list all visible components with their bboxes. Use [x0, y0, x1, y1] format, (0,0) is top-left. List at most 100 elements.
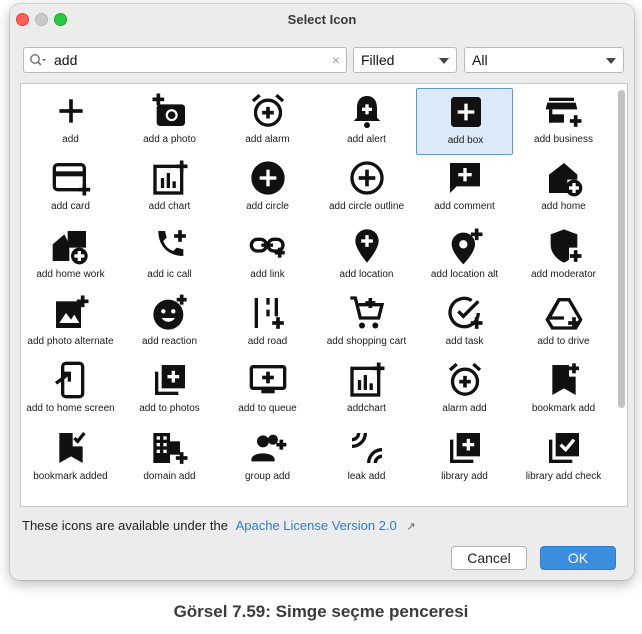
icon-grid-item[interactable] — [121, 492, 218, 506]
icon-grid-item[interactable] — [416, 492, 513, 506]
icon-grid-item-label: bookmark add — [531, 403, 596, 414]
icon-grid-item[interactable]: add card — [22, 155, 119, 222]
license-note: These icons are available under the Apac… — [22, 518, 416, 533]
icon-grid-item[interactable]: add to home screen — [22, 357, 119, 424]
icon-grid-item-label: add circle — [246, 201, 289, 212]
icon-grid-item[interactable]: add home — [515, 155, 612, 222]
icon-grid-item[interactable]: add alarm — [219, 88, 316, 155]
icon-grid-item-label: add photo alternate — [27, 336, 114, 347]
icon-grid-item[interactable]: add to queue — [219, 357, 316, 424]
partial-icon — [544, 495, 584, 506]
icon-grid-item-label: add chart — [148, 201, 191, 212]
icon-grid-item-label: bookmark added — [33, 471, 108, 482]
add-location-alt-icon — [445, 226, 485, 266]
icon-grid-item[interactable]: add circle outline — [318, 155, 415, 222]
icon-grid-item[interactable]: add to drive — [515, 290, 612, 357]
bookmark-added-icon — [51, 428, 91, 468]
add-alarm-icon — [248, 91, 288, 131]
chevron-down-icon — [606, 58, 616, 64]
icon-grid-item[interactable] — [219, 492, 316, 506]
bookmark-add-icon — [544, 360, 584, 400]
icon-grid-item[interactable]: library add — [416, 425, 513, 492]
icon-grid-item[interactable]: bookmark added — [22, 425, 119, 492]
icon-grid-item[interactable]: add chart — [121, 155, 218, 222]
icon-grid-item[interactable]: add location — [318, 223, 415, 290]
category-dropdown[interactable]: All — [464, 47, 624, 73]
icon-grid-item[interactable]: add alert — [318, 88, 415, 155]
icon-grid-item-label: add ic call — [147, 269, 192, 280]
vertical-scrollbar[interactable] — [618, 90, 625, 500]
icon-grid-item[interactable]: addchart — [318, 357, 415, 424]
icon-grid-item-label: add home work — [36, 269, 105, 280]
icon-grid-item[interactable]: add shopping cart — [318, 290, 415, 357]
title-bar: Select Icon — [10, 4, 634, 34]
icon-grid-item[interactable]: group add — [219, 425, 316, 492]
add-icon — [51, 91, 91, 131]
add-alert-icon — [347, 91, 387, 131]
alarm-add-icon — [445, 360, 485, 400]
icon-grid-item[interactable]: add task — [416, 290, 513, 357]
icon-grid-item[interactable]: add box — [416, 88, 513, 155]
dialog-title: Select Icon — [287, 12, 357, 27]
external-link-icon[interactable]: ↗ — [406, 520, 415, 533]
add-card-icon — [51, 158, 91, 198]
icon-grid-item[interactable]: domain add — [121, 425, 218, 492]
icon-grid-item[interactable]: add photo alternate — [22, 290, 119, 357]
icon-grid-item[interactable]: alarm add — [416, 357, 513, 424]
icon-grid-item[interactable]: library add check — [515, 425, 612, 492]
license-link[interactable]: Apache License Version 2.0 — [236, 518, 397, 533]
icon-grid-item[interactable]: add location alt — [416, 223, 513, 290]
style-dropdown-value: Filled — [361, 52, 395, 68]
clear-search-icon[interactable]: × — [332, 52, 340, 68]
figure-caption: Görsel 7.59: Simge seçme penceresi — [173, 602, 469, 621]
add-to-photos-icon — [150, 360, 190, 400]
icon-grid-item-label: add to queue — [238, 403, 297, 414]
style-dropdown[interactable]: Filled — [353, 47, 457, 73]
icon-grid-item-label: add circle outline — [328, 201, 405, 212]
add-link-icon — [248, 226, 288, 266]
icon-grid-item[interactable]: add a photo — [121, 88, 218, 155]
icon-grid-item[interactable]: add ic call — [121, 223, 218, 290]
search-field[interactable]: × — [23, 47, 347, 73]
add-chart-icon — [150, 158, 190, 198]
cancel-button[interactable]: Cancel — [451, 546, 527, 570]
icon-grid-item[interactable]: add circle — [219, 155, 316, 222]
icon-grid-item[interactable]: bookmark add — [515, 357, 612, 424]
partial-icon — [150, 495, 190, 506]
ok-button[interactable]: OK — [540, 546, 616, 570]
icon-grid-item[interactable]: add road — [219, 290, 316, 357]
add-location-icon — [347, 226, 387, 266]
icon-grid-item-label: add to home screen — [26, 403, 115, 414]
icon-grid-item[interactable]: add to photos — [121, 357, 218, 424]
scrollbar-thumb[interactable] — [618, 90, 625, 408]
icon-grid-item[interactable]: add link — [219, 223, 316, 290]
group-add-icon — [248, 428, 288, 468]
icon-grid-item[interactable]: add reaction — [121, 290, 218, 357]
icon-grid-item[interactable]: leak add — [318, 425, 415, 492]
icon-grid-item-label: add location alt — [430, 269, 499, 280]
icon-grid-item[interactable] — [515, 492, 612, 506]
addchart-icon — [347, 360, 387, 400]
icon-grid-item-label: add alarm — [245, 134, 290, 145]
icon-grid-item-label: add card — [51, 201, 90, 212]
add-ic-call-icon — [150, 226, 190, 266]
select-icon-dialog: Select Icon × Filled All add add a photo a… — [10, 4, 634, 580]
icon-grid-item[interactable]: add — [22, 88, 119, 155]
add-circle-icon — [248, 158, 288, 198]
icon-grid-item-label: add box — [447, 135, 484, 146]
icon-grid-item[interactable]: add comment — [416, 155, 513, 222]
add-to-home-screen-icon — [51, 360, 91, 400]
icon-grid-item[interactable]: add home work — [22, 223, 119, 290]
icon-grid-item[interactable] — [22, 492, 119, 506]
icon-grid-item[interactable] — [318, 492, 415, 506]
icon-grid-item-label: add — [62, 134, 79, 145]
icon-grid-item[interactable]: add moderator — [515, 223, 612, 290]
icon-grid-item-label: add moderator — [530, 269, 597, 280]
search-input[interactable] — [54, 51, 314, 69]
add-road-icon — [248, 293, 288, 333]
icon-grid-item-label: add link — [250, 269, 285, 280]
icon-grid-item-label: group add — [244, 471, 291, 482]
icon-grid-item-label: add task — [445, 336, 484, 347]
icon-grid-item[interactable]: add business — [515, 88, 612, 155]
license-text: These icons are available under the — [22, 518, 228, 533]
